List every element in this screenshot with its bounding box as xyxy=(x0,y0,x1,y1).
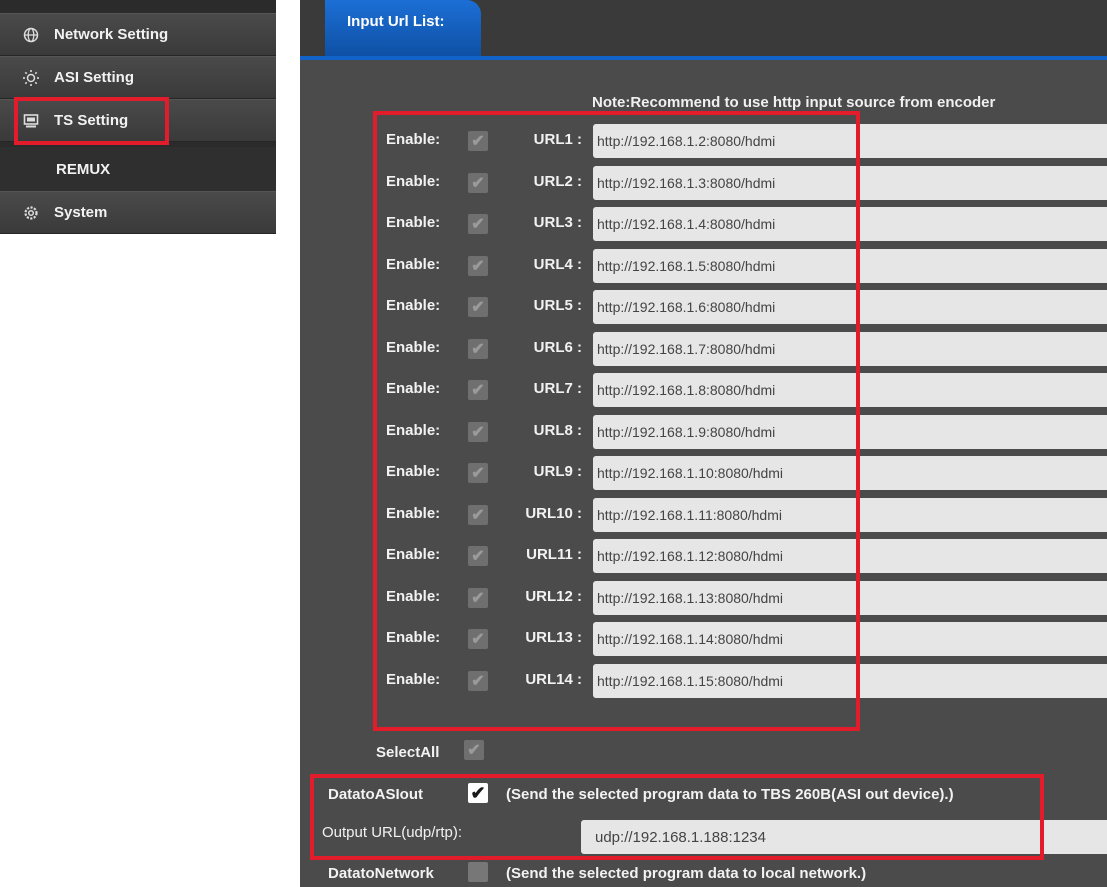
sidebar-item-label: System xyxy=(54,204,108,221)
sidebar-item-network-setting[interactable]: Network Setting xyxy=(0,13,276,56)
highlight-ts-setting xyxy=(14,97,169,145)
sidebar-item-label: Network Setting xyxy=(54,26,169,43)
sidebar-item-label: REMUX xyxy=(56,161,111,178)
tab-underline xyxy=(300,56,1107,60)
select-all-label: SelectAll xyxy=(376,744,440,761)
globe-icon xyxy=(22,26,40,44)
sun-icon xyxy=(22,69,40,87)
tab-label: Input Url List: xyxy=(347,13,445,30)
tab-input-url-list[interactable]: Input Url List: xyxy=(325,0,481,58)
sidebar-item-label: ASI Setting xyxy=(54,69,135,86)
sidebar-item-asi-setting[interactable]: ASI Setting xyxy=(0,56,276,99)
sidebar-item-remux[interactable]: REMUX xyxy=(0,147,276,192)
gear-icon xyxy=(22,204,40,222)
sidebar-item-system[interactable]: System xyxy=(0,191,276,234)
data-to-network-label: DatatoNetwork xyxy=(328,865,434,882)
highlight-url-list xyxy=(373,111,860,731)
tab-bar: Input Url List: xyxy=(300,0,1107,60)
data-to-network-description: (Send the selected program data to local… xyxy=(506,865,867,882)
data-to-network-checkbox[interactable] xyxy=(468,862,488,882)
highlight-asi-output xyxy=(310,774,1044,860)
select-all-checkbox[interactable]: ✔ xyxy=(464,740,484,760)
note-text: Note:Recommend to use http input source … xyxy=(592,94,996,111)
